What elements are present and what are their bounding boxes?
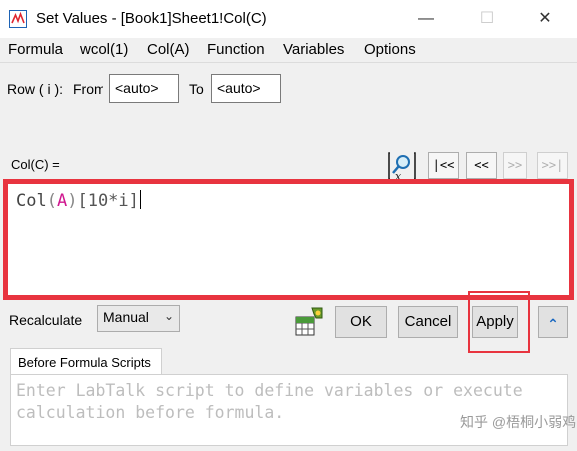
formula-builder-icon[interactable]	[292, 304, 326, 338]
recalculate-select[interactable]: Manual ⌄	[97, 305, 180, 332]
search-function-icon[interactable]: x	[386, 150, 418, 183]
menu-variables[interactable]: Variables	[283, 41, 344, 58]
recalculate-value: Manual	[103, 309, 149, 325]
ok-button[interactable]: OK	[335, 306, 387, 338]
apply-highlight-box	[468, 291, 530, 353]
collapse-icon[interactable]: ⌃	[538, 306, 568, 338]
row-label: Row ( i ):	[7, 81, 63, 97]
next-row-button: >>	[503, 152, 527, 179]
close-button[interactable]: ✕	[523, 4, 567, 34]
tab-before-formula-scripts[interactable]: Before Formula Scripts	[10, 348, 162, 375]
menu-bar: Formula wcol(1) Col(A) Function Variable…	[0, 38, 577, 63]
formula-token-open-paren: (	[46, 191, 57, 211]
menu-function[interactable]: Function	[207, 41, 265, 58]
from-label: From	[73, 81, 103, 97]
row-to-field[interactable]: <auto>	[211, 74, 281, 103]
formula-token-col: Col	[16, 191, 47, 211]
chevron-down-icon: ⌄	[163, 309, 174, 323]
menu-col-a[interactable]: Col(A)	[147, 41, 190, 58]
last-row-button: >>|	[537, 152, 568, 179]
recalculate-label: Recalculate	[9, 312, 83, 328]
cancel-button[interactable]: Cancel	[398, 306, 458, 338]
app-icon	[9, 10, 27, 28]
formula-text[interactable]: Col(A)[10*i]	[16, 190, 141, 211]
watermark: 知乎 @梧桐小弱鸡	[460, 414, 577, 430]
row-from-field[interactable]: <auto>	[109, 74, 179, 103]
formula-token-index: [10*i]	[77, 191, 139, 211]
minimize-button[interactable]: —	[404, 4, 448, 34]
formula-token-a: A	[56, 191, 68, 211]
menu-options[interactable]: Options	[364, 41, 416, 58]
text-caret	[139, 190, 141, 209]
title-bar: Set Values - [Book1]Sheet1!Col(C) — ☐ ✕	[0, 0, 577, 38]
window-title: Set Values - [Book1]Sheet1!Col(C)	[36, 10, 267, 27]
menu-formula[interactable]: Formula	[8, 41, 63, 58]
formula-token-close-paren: )	[67, 191, 78, 211]
formula-editor[interactable]: Col(A)[10*i]	[3, 179, 574, 300]
column-label: Col(C) =	[11, 157, 60, 172]
maximize-button: ☐	[479, 10, 495, 27]
menu-wcol[interactable]: wcol(1)	[80, 41, 128, 58]
prev-row-button[interactable]: <<	[466, 152, 497, 179]
first-row-button[interactable]: |<<	[428, 152, 459, 179]
to-label: To	[189, 81, 204, 97]
script-editor[interactable]: Enter LabTalk script to define variables…	[10, 374, 568, 446]
